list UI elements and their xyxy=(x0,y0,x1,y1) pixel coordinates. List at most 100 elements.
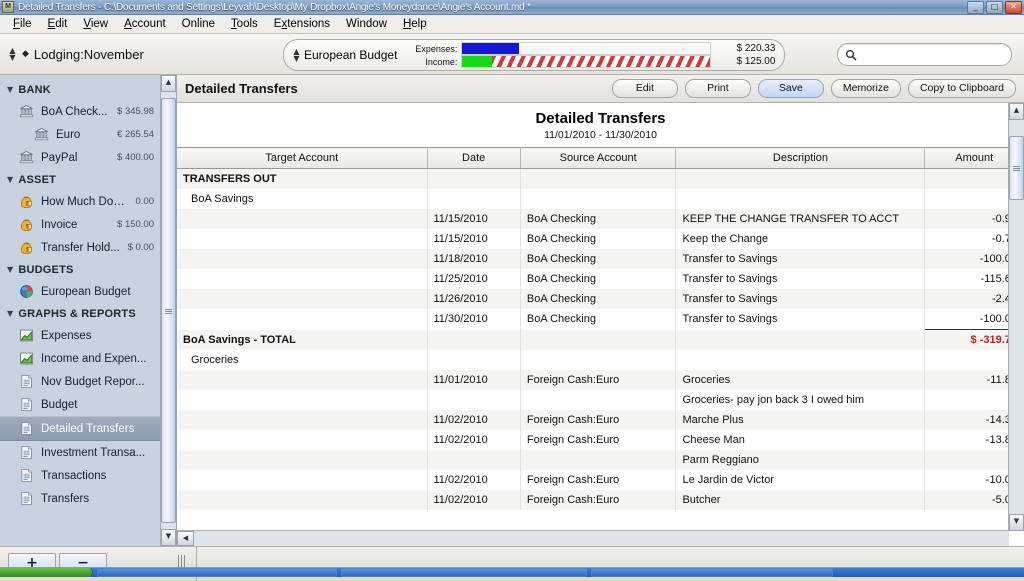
table-row[interactable]: 11/30/2010 BoA Checking Transfer to Saving… xyxy=(177,309,1024,330)
sidebar-item-investment-transa[interactable]: Investment Transa... xyxy=(0,441,176,464)
column-header-target-account[interactable]: Target Account xyxy=(177,147,428,169)
table-row[interactable]: 11/15/2010 BoA Checking Keep the Change -0.… xyxy=(177,229,1024,249)
sidebar-item-how-much-doe[interactable]: S How Much Doe... 0.00 xyxy=(0,190,176,213)
column-header-source-account[interactable]: Source Account xyxy=(520,147,677,169)
report-horizontal-scrollbar[interactable]: ◀ xyxy=(177,530,1009,546)
search-input[interactable] xyxy=(837,43,1012,66)
menu-online[interactable]: Online xyxy=(175,17,222,31)
cell-description xyxy=(675,189,926,209)
sidebar-item-boa-check[interactable]: BoA Check... $ 345.98 xyxy=(0,100,176,123)
table-row[interactable]: 11/02/2010 Foreign Cash:Euro Butcher -5.01 xyxy=(177,490,1024,510)
table-row[interactable]: 11/18/2010 BoA Checking Transfer to Saving… xyxy=(177,249,1024,269)
table-row[interactable]: Groceries- pay jon back 3 I owed him xyxy=(177,390,1024,410)
report-scroll-grip-icon xyxy=(1013,166,1020,171)
sidebar-group-bank[interactable]: ▼ BANK xyxy=(0,79,176,100)
reminder-widget[interactable]: ▲ ▼ ◆ Lodging:November xyxy=(8,46,143,62)
cell-description: Cheese Man xyxy=(675,430,926,450)
cell-target-account: Groceries xyxy=(177,350,428,370)
table-row[interactable]: 11/01/2010 Foreign Cash:Euro Groceries -11.… xyxy=(177,370,1024,390)
disclosure-triangle-icon[interactable]: ▼ xyxy=(7,175,13,184)
moneybag-icon: S xyxy=(21,242,32,255)
sidebar-item-euro[interactable]: Euro € 265.54 xyxy=(0,123,176,146)
taskbar-item[interactable] xyxy=(341,568,587,577)
print-button[interactable]: Print xyxy=(684,79,751,98)
taskbar-item[interactable] xyxy=(591,568,833,577)
maximize-button[interactable]: □ xyxy=(986,1,1003,14)
menu-extensions[interactable]: Extensions xyxy=(267,17,337,31)
sidebar-scroll-thumb[interactable] xyxy=(161,98,176,523)
cell-source-account xyxy=(520,450,677,470)
table-row[interactable]: 11/26/2010 BoA Checking Transfer to Saving… xyxy=(177,289,1024,309)
table-row[interactable]: Parm Reggiano xyxy=(177,450,1024,470)
sidebar-item-expenses[interactable]: Expenses xyxy=(0,324,176,347)
report-vertical-scrollbar[interactable]: ▲ ▼ xyxy=(1008,103,1024,531)
report-scroll-up-icon[interactable]: ▲ xyxy=(1009,103,1024,120)
sidebar-scroll-up-icon[interactable]: ▲ xyxy=(161,75,176,92)
taskbar-item[interactable] xyxy=(97,568,337,577)
copy-to-clipboard-button[interactable]: Copy to Clipboard xyxy=(907,79,1016,98)
sidebar-item-detailed-transfers[interactable]: Detailed Transfers xyxy=(0,416,176,441)
sidebar-item-transactions[interactable]: Transactions xyxy=(0,464,176,487)
menu-view[interactable]: View xyxy=(76,17,115,31)
table-row[interactable]: 11/15/2010 BoA Checking KEEP THE CHANGE TR… xyxy=(177,209,1024,229)
cell-target-account: TRANSFERS OUT xyxy=(177,168,428,189)
menu-help[interactable]: Help xyxy=(396,17,434,31)
budget-expenses-row: Expenses: $ 220.33 xyxy=(403,42,783,55)
budget-spinner-icon[interactable]: ▲ ▼ xyxy=(292,47,301,63)
table-subheader-row[interactable]: BoA Savings xyxy=(177,189,1024,209)
sidebar-group-budgets[interactable]: ▼ BUDGETS xyxy=(0,259,176,280)
sidebar-group-asset[interactable]: ▼ ASSET xyxy=(0,169,176,190)
column-header-date[interactable]: Date xyxy=(427,147,521,169)
sidebar-item-transfers[interactable]: Transfers xyxy=(0,487,176,510)
table-row[interactable]: 11/25/2010 BoA Checking Transfer to Saving… xyxy=(177,269,1024,289)
cell-source-account xyxy=(520,329,677,350)
cell-target-account xyxy=(177,269,428,289)
cell-target-account xyxy=(177,430,428,450)
report-scroll-thumb[interactable] xyxy=(1009,136,1024,200)
memorize-button[interactable]: Memorize xyxy=(830,79,901,98)
menu-tools[interactable]: Tools xyxy=(224,17,265,31)
menu-file[interactable]: File xyxy=(6,17,39,31)
report-hscroll-track[interactable] xyxy=(194,531,1009,546)
sidebar-item-label: Invoice xyxy=(41,218,78,231)
sidebar-item-label: Expenses xyxy=(41,329,92,342)
budget-widget[interactable]: ▲ ▼ European Budget Expenses: $ 220.33 In… xyxy=(283,39,785,71)
sidebar-scrollbar[interactable]: ▲ ▼ xyxy=(160,75,176,546)
cell-target-account xyxy=(177,470,428,490)
sidebar-group-graphs-reports[interactable]: ▼ GRAPHS & REPORTS xyxy=(0,303,176,324)
table-total-row[interactable]: BoA Savings - TOTAL $ -319.77 xyxy=(177,329,1024,350)
sidebar-scroll-track[interactable] xyxy=(161,92,176,529)
cell-date: 11/02/2010 xyxy=(427,430,521,450)
close-button[interactable]: ✕ xyxy=(1005,1,1022,14)
edit-button[interactable]: Edit xyxy=(611,79,678,98)
start-button[interactable] xyxy=(0,568,93,577)
sidebar-item-invoice[interactable]: S Invoice $ 150.00 xyxy=(0,213,176,236)
disclosure-triangle-icon[interactable]: ▼ xyxy=(7,309,13,318)
budget-selector[interactable]: ▲ ▼ European Budget xyxy=(284,47,397,63)
disclosure-triangle-icon[interactable]: ▼ xyxy=(7,85,13,94)
disclosure-triangle-icon[interactable]: ▼ xyxy=(7,265,13,274)
report-scroll-left-icon[interactable]: ◀ xyxy=(177,531,194,546)
report-scroll-track[interactable] xyxy=(1009,120,1024,514)
sidebar-item-income-and-expen[interactable]: Income and Expen... xyxy=(0,347,176,370)
minimize-button[interactable]: _ xyxy=(967,1,984,14)
cell-date xyxy=(427,168,521,189)
column-header-description[interactable]: Description xyxy=(675,147,926,169)
sidebar-scroll-down-icon[interactable]: ▼ xyxy=(161,529,176,546)
report-scroll-down-icon[interactable]: ▼ xyxy=(1009,514,1024,531)
table-row[interactable]: 11/02/2010 Foreign Cash:Euro Marche Plus -1… xyxy=(177,410,1024,430)
table-subheader-row[interactable]: Groceries xyxy=(177,350,1024,370)
sidebar-item-european-budget[interactable]: European Budget xyxy=(0,280,176,303)
sidebar-item-budget[interactable]: Budget xyxy=(0,393,176,416)
save-button[interactable]: Save xyxy=(757,79,824,98)
sidebar-item-paypal[interactable]: PayPal $ 400.00 xyxy=(0,146,176,169)
sidebar-item-transfer-hold[interactable]: S Transfer Hold... $ 0.00 xyxy=(0,236,176,259)
table-row[interactable]: 11/02/2010 Foreign Cash:Euro Le Jardin de … xyxy=(177,470,1024,490)
menu-edit[interactable]: Edit xyxy=(41,17,75,31)
sidebar-item-nov-budget-repor[interactable]: Nov Budget Repor... xyxy=(0,370,176,393)
menu-window[interactable]: Window xyxy=(339,17,394,31)
menu-account[interactable]: Account xyxy=(117,17,173,31)
spinner-icon[interactable]: ▲ ▼ xyxy=(8,46,17,62)
table-row[interactable]: 11/02/2010 Foreign Cash:Euro Cheese Man -13… xyxy=(177,430,1024,450)
table-section-row[interactable]: TRANSFERS OUT xyxy=(177,168,1024,189)
